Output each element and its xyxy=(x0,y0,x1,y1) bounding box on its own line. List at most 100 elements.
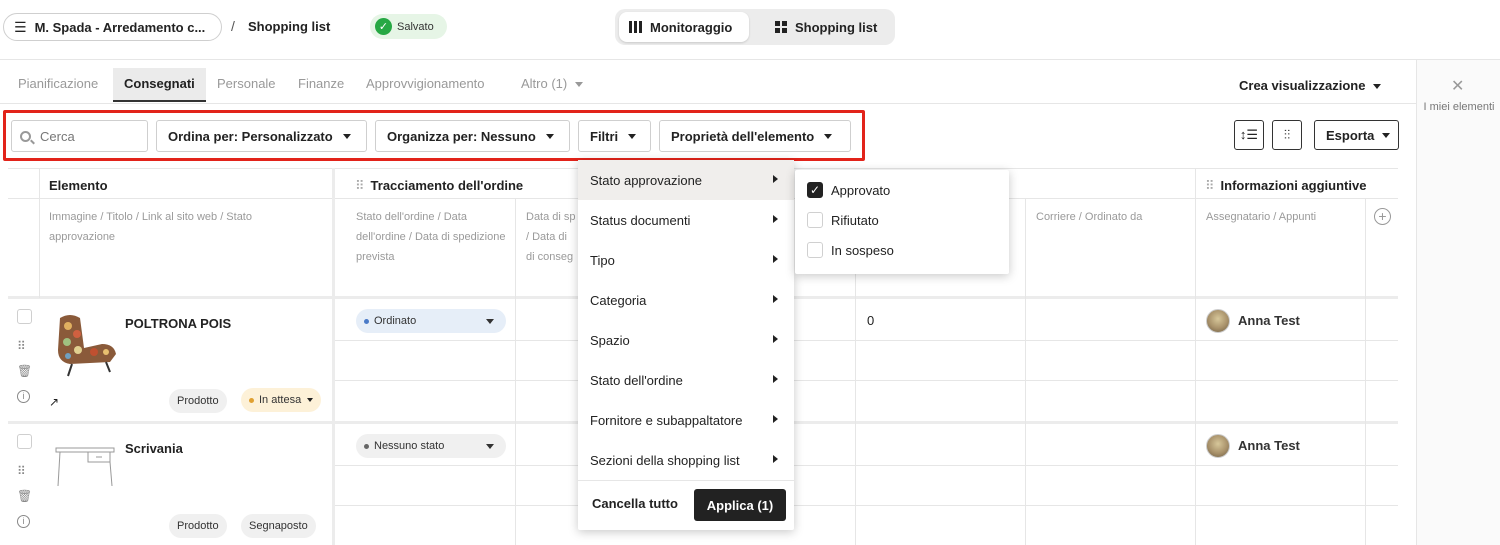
drag-handle-icon[interactable]: ⠿ xyxy=(17,339,26,353)
row-checkbox[interactable] xyxy=(17,309,32,324)
grid-line xyxy=(1195,168,1196,545)
checkbox[interactable] xyxy=(807,242,823,258)
chevron-right-icon xyxy=(773,295,778,303)
clear-all-button[interactable]: Cancella tutto xyxy=(592,496,678,511)
group-button[interactable]: Organizza per: Nessuno xyxy=(375,120,570,152)
create-view-button[interactable]: Crea visualizzazione xyxy=(1239,78,1382,93)
properties-button[interactable]: Proprietà dell'elemento xyxy=(659,120,851,152)
column-header-elemento[interactable]: Elemento xyxy=(49,178,108,193)
tab-pianificazione[interactable]: Pianificazione xyxy=(18,76,98,91)
view-monitoraggio-label: Monitoraggio xyxy=(650,19,733,35)
saved-label: Salvato xyxy=(397,20,434,33)
order-status-select[interactable]: Ordinato xyxy=(356,309,506,333)
breadcrumb-page: Shopping list xyxy=(248,19,331,34)
my-items-label[interactable]: I miei elementi xyxy=(1417,100,1500,115)
order-status-label: Nessuno stato xyxy=(374,440,445,452)
view-shopping-list[interactable]: Shopping list xyxy=(765,12,887,42)
type-chip: Prodotto xyxy=(169,389,227,413)
chevron-right-icon xyxy=(773,415,778,423)
chevron-down-icon xyxy=(545,133,554,139)
drag-handle-icon[interactable]: ⠿ xyxy=(355,178,365,193)
order-status-select[interactable]: Nessuno stato xyxy=(356,434,506,458)
option-rifiutato[interactable]: Rifiutato xyxy=(807,210,879,230)
tab-consegnati[interactable]: Consegnati xyxy=(113,68,206,102)
row-height-button[interactable]: ↕☰ xyxy=(1234,120,1264,150)
menu-item-sections[interactable]: Sezioni della shopping list xyxy=(578,440,794,480)
info-icon[interactable]: i xyxy=(17,515,30,528)
product-name[interactable]: Scrivania xyxy=(125,441,183,456)
checkbox[interactable] xyxy=(807,212,823,228)
grid-line xyxy=(515,198,516,545)
search-input[interactable]: Cerca xyxy=(11,120,148,152)
option-approvato[interactable]: ✓ Approvato xyxy=(807,180,890,200)
subheader-tracking-2: Data di sp / Data di di conseg xyxy=(526,211,576,263)
chevron-right-icon xyxy=(773,455,778,463)
columns-icon xyxy=(629,21,642,33)
project-menu-button[interactable]: ☰ M. Spada - Arredamento c... xyxy=(3,13,222,41)
menu-item-approval-status[interactable]: Stato approvazione xyxy=(578,160,794,200)
create-view-label: Crea visualizzazione xyxy=(1239,78,1366,93)
drag-handle-icon[interactable]: ⠿ xyxy=(17,464,26,478)
approval-status-chip[interactable]: Segnaposto xyxy=(241,514,316,538)
approval-status-chip[interactable]: In attesa xyxy=(241,388,322,412)
tab-finanze[interactable]: Finanze xyxy=(298,76,344,91)
project-name: M. Spada - Arredamento c... xyxy=(34,19,206,35)
check-circle-icon: ✓ xyxy=(375,18,392,35)
view-shopping-list-label: Shopping list xyxy=(795,19,878,35)
plus-circle-icon[interactable]: + xyxy=(1374,208,1391,225)
assignee-name[interactable]: Anna Test xyxy=(1238,438,1300,453)
export-label: Esporta xyxy=(1326,127,1375,143)
menu-item-space[interactable]: Spazio xyxy=(578,320,794,360)
grid-line xyxy=(332,340,1398,341)
divider xyxy=(578,480,794,481)
hamburger-icon: ☰ xyxy=(14,18,27,35)
checkbox-checked[interactable]: ✓ xyxy=(807,182,823,198)
subheader-carrier: Corriere / Ordinato da xyxy=(1036,211,1143,223)
column-header-tracking[interactable]: ⠿ Tracciamento dell'ordine xyxy=(355,178,523,194)
grid-line xyxy=(332,505,1398,506)
info-icon[interactable]: i xyxy=(17,390,30,403)
sort-label: Ordina per: Personalizzato xyxy=(168,128,333,144)
saved-badge: ✓ Salvato xyxy=(370,14,447,39)
search-placeholder: Cerca xyxy=(40,128,75,144)
avatar xyxy=(1206,434,1230,458)
quantity-value: 0 xyxy=(867,313,875,328)
menu-item-type[interactable]: Tipo xyxy=(578,240,794,280)
grid-line xyxy=(332,168,335,545)
type-chip: Prodotto xyxy=(169,514,227,538)
chevron-right-icon xyxy=(773,335,778,343)
column-header-info[interactable]: ⠿ Informazioni aggiuntive xyxy=(1205,178,1366,194)
product-image xyxy=(52,440,118,490)
sort-button[interactable]: Ordina per: Personalizzato xyxy=(156,120,367,152)
settings-button[interactable]: ⫶⫶ xyxy=(1272,120,1302,150)
breadcrumb-separator: / xyxy=(231,18,235,34)
filters-button[interactable]: Filtri xyxy=(578,120,651,152)
option-in-sospeso[interactable]: In sospeso xyxy=(807,240,894,260)
group-label: Organizza per: Nessuno xyxy=(387,128,536,144)
row-checkbox[interactable] xyxy=(17,434,32,449)
external-link-icon[interactable]: ↗ xyxy=(49,395,59,409)
status-dot xyxy=(249,397,254,403)
trash-icon[interactable]: 🗑 xyxy=(17,364,32,378)
tab-altro[interactable]: Altro (1) xyxy=(521,76,584,91)
product-name[interactable]: POLTRONA POIS xyxy=(125,316,231,331)
menu-item-label: Spazio xyxy=(590,332,630,348)
view-switcher: Monitoraggio Shopping list xyxy=(615,9,895,45)
wand-icon[interactable]: ✕ xyxy=(1451,76,1464,96)
trash-icon[interactable]: 🗑 xyxy=(17,489,32,503)
menu-item-supplier[interactable]: Fornitore e subappaltatore xyxy=(578,400,794,440)
subheader-tracking-1: Stato dell'ordine / Data dell'ordine / D… xyxy=(356,211,506,263)
assignee-name[interactable]: Anna Test xyxy=(1238,313,1300,328)
drag-handle-icon[interactable]: ⠿ xyxy=(1205,178,1215,193)
tab-personale[interactable]: Personale xyxy=(217,76,276,91)
menu-item-category[interactable]: Categoria xyxy=(578,280,794,320)
menu-item-document-status[interactable]: Status documenti xyxy=(578,200,794,240)
view-monitoraggio[interactable]: Monitoraggio xyxy=(619,12,749,42)
export-button[interactable]: Esporta xyxy=(1314,120,1399,150)
grid-icon xyxy=(775,21,787,33)
option-label: In sospeso xyxy=(831,242,894,258)
apply-button[interactable]: Applica (1) xyxy=(694,489,786,521)
tab-approvvigionamento[interactable]: Approvvigionamento xyxy=(366,76,485,91)
grid-line xyxy=(39,168,40,298)
menu-item-order-status[interactable]: Stato dell'ordine xyxy=(578,360,794,400)
